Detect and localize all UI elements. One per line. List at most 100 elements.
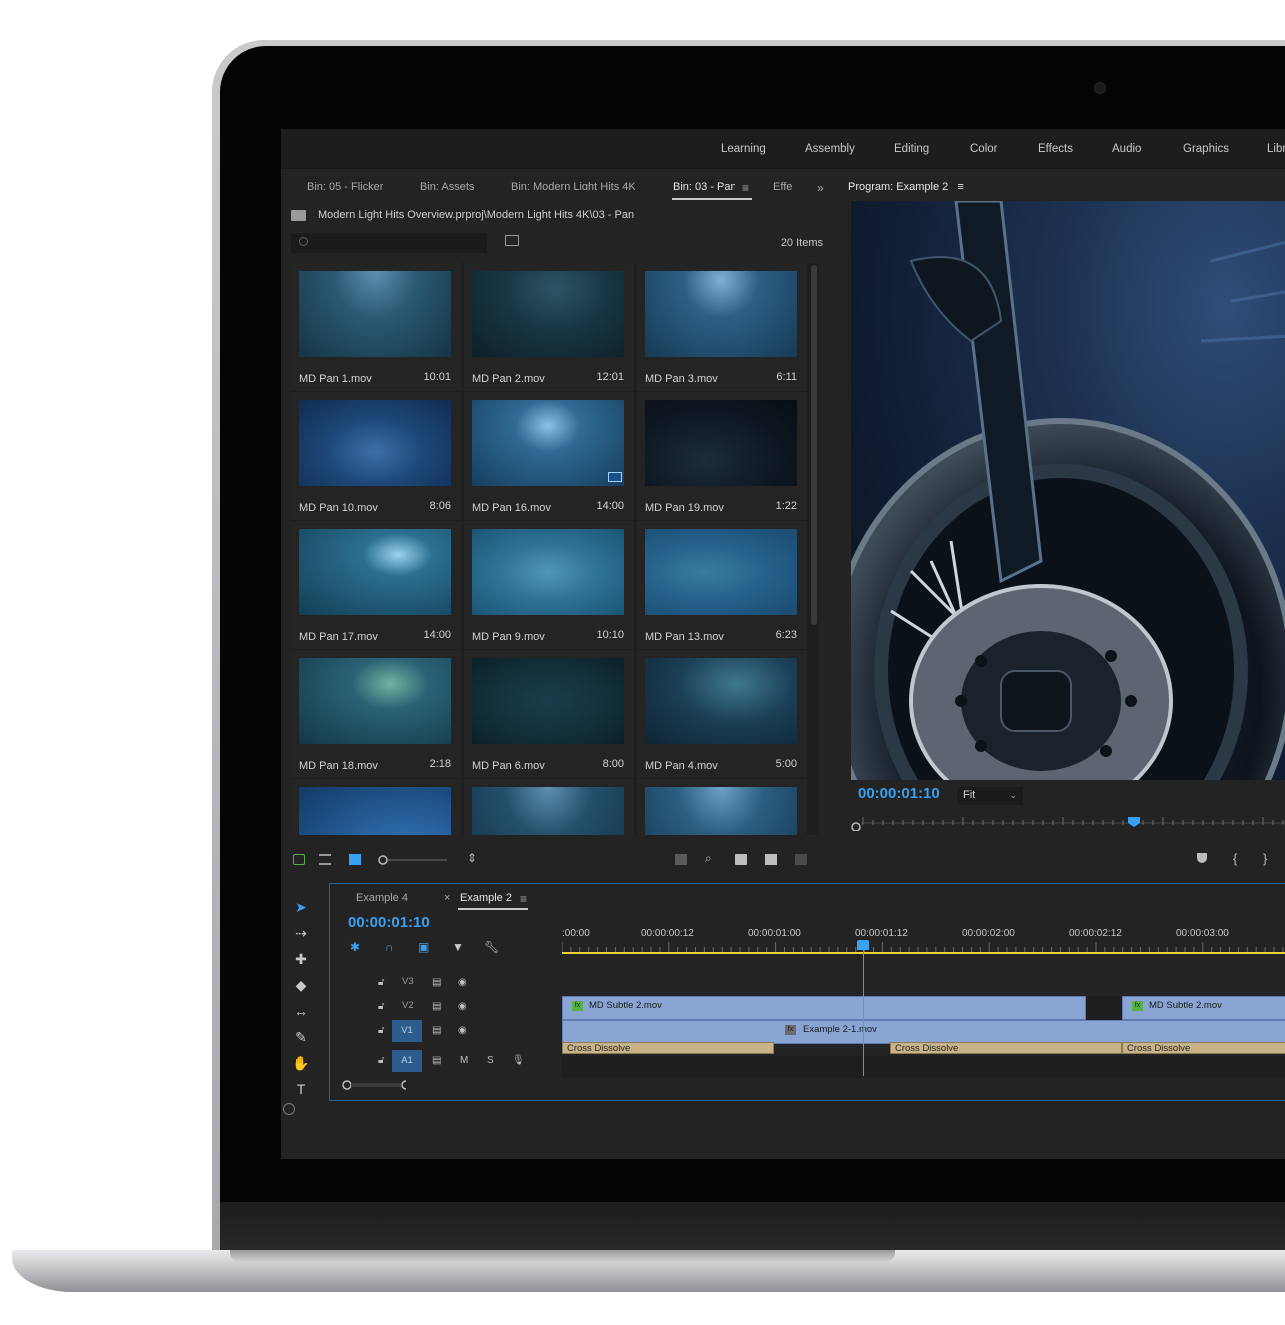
wrench-icon[interactable]: 🔧︎ (484, 940, 499, 954)
lock-icon[interactable]: 🔓︎ (378, 1001, 384, 1012)
clip-item[interactable]: MD Pan 6.mov 8:00 (464, 650, 634, 778)
program-time-ruler[interactable] (847, 817, 1285, 831)
project-scrollbar[interactable] (811, 265, 817, 625)
workspace-tab-audio[interactable]: Audio (1112, 143, 1141, 155)
timeline-clip[interactable]: fx MD Subtle 2.mov (562, 996, 1086, 1020)
sort-icon[interactable]: ⇕ (467, 851, 477, 865)
lock-icon[interactable]: 🔓︎ (378, 1055, 384, 1066)
sequence-tab-example-4[interactable]: Example 4 (356, 892, 408, 904)
track-lane-v3[interactable] (562, 972, 1285, 996)
add-marker-icon[interactable] (1197, 853, 1207, 863)
workspace-tab-effects[interactable]: Effects (1038, 143, 1073, 155)
clip-item[interactable]: MD Pan 1.mov 10:01 (291, 263, 461, 391)
lock-icon[interactable]: 🔓︎ (378, 1025, 384, 1036)
sync-lock-icon[interactable]: ▤ (432, 1055, 441, 1066)
snap-icon[interactable]: ∩ (385, 940, 394, 954)
mark-in-icon[interactable]: { (1233, 851, 1237, 866)
razor-tool-icon[interactable]: ◆ (285, 977, 317, 999)
timeline-timecode[interactable]: 00:00:01:10 (348, 914, 430, 931)
clip-item[interactable]: MD Pan 17.mov 14:00 (291, 521, 461, 649)
transition-cross-dissolve[interactable]: Cross Dissolve (562, 1042, 774, 1054)
creative-cloud-icon[interactable] (283, 1103, 295, 1115)
mute-button[interactable]: M (460, 1055, 468, 1066)
eye-icon[interactable]: ◉ (458, 1025, 467, 1036)
program-video-frame[interactable] (851, 201, 1285, 780)
workspace-tab-graphics[interactable]: Graphics (1183, 143, 1229, 155)
playhead-handle[interactable] (857, 940, 869, 950)
linked-selection-icon[interactable]: ▣ (418, 940, 429, 954)
bin-tab-assets[interactable]: Bin: Assets (420, 181, 474, 193)
solo-button[interactable]: S (487, 1055, 494, 1066)
eye-icon[interactable]: ◉ (458, 977, 467, 988)
new-bin-from-search-icon[interactable] (505, 235, 519, 246)
find-icon[interactable]: ⌕ (705, 851, 712, 866)
workspace-tab-assembly[interactable]: Assembly (805, 143, 855, 155)
clip-item[interactable]: MD Pan 10.mov 8:06 (291, 392, 461, 520)
clip-item[interactable]: MD Pan 13.mov 6:23 (637, 521, 807, 649)
clip-item[interactable] (291, 779, 461, 835)
clip-item[interactable]: MD Pan 3.mov 6:11 (637, 263, 807, 391)
clip-item[interactable]: MD Pan 4.mov 5:00 (637, 650, 807, 778)
icon-view-icon[interactable] (349, 854, 361, 865)
clip-item[interactable]: MD Pan 16.mov 14:00 (464, 392, 634, 520)
timeline-zoom-scrollbar[interactable] (342, 1080, 406, 1090)
pen-tool-icon[interactable]: ✎ (285, 1029, 317, 1051)
track-select-tool-icon[interactable]: ⇢ (285, 925, 317, 947)
clip-item[interactable]: MD Pan 9.mov 10:10 (464, 521, 634, 649)
clip-item[interactable]: MD Pan 2.mov 12:01 (464, 263, 634, 391)
hand-tool-icon[interactable]: ✋ (285, 1055, 317, 1077)
workspace-tab-color[interactable]: Color (970, 143, 997, 155)
selection-tool-icon[interactable]: ➤ (285, 899, 317, 921)
clip-item[interactable] (637, 779, 807, 835)
mark-out-icon[interactable]: } (1263, 851, 1267, 866)
bin-tab-modern-light-hits[interactable]: Bin: Modern Light Hits 4K (511, 181, 635, 190)
lock-icon[interactable] (293, 854, 305, 865)
automate-icon[interactable] (675, 854, 687, 865)
clip-item[interactable]: MD Pan 19.mov 1:22 (637, 392, 807, 520)
bin-tab-pan[interactable]: Bin: 03 - Pan (673, 181, 735, 190)
track-target-a1[interactable]: A1 (392, 1050, 422, 1072)
panel-menu-icon[interactable]: ≡ (520, 892, 527, 906)
close-icon[interactable]: × (444, 892, 450, 904)
workspace-tab-libraries[interactable]: Libr (1267, 143, 1285, 155)
tools-panel: ➤ ⇢ ✚ ◆ ↔ ✎ ✋ T (285, 899, 321, 1109)
clip-item[interactable] (464, 779, 634, 835)
add-marker-icon[interactable]: ▼ (452, 940, 464, 954)
track-lane-a1[interactable] (562, 1056, 1285, 1078)
eye-icon[interactable]: ◉ (458, 1001, 467, 1012)
more-tabs-icon[interactable]: » (817, 181, 824, 195)
search-icon (299, 237, 308, 246)
bin-tab-flicker[interactable]: Bin: 05 - Flicker (307, 181, 383, 193)
transition-cross-dissolve[interactable]: Cross Dissolve (1122, 1042, 1285, 1054)
sync-lock-icon[interactable]: ▤ (432, 1001, 441, 1012)
new-bin-icon[interactable] (735, 854, 747, 865)
track-target-v1[interactable]: V1 (392, 1020, 422, 1042)
workspace-tab-learning[interactable]: Learning (721, 143, 766, 155)
thumbnail-size-slider[interactable] (377, 854, 447, 866)
slip-tool-icon[interactable]: ↔ (285, 1003, 317, 1025)
sync-lock-icon[interactable]: ▤ (432, 977, 441, 988)
panel-menu-icon[interactable]: ≡ (742, 181, 749, 195)
zoom-select[interactable]: Fit ⌄ (957, 787, 1023, 805)
bin-tab-effects[interactable]: Effe (773, 181, 795, 190)
microphone-icon[interactable]: 🎙︎ (512, 1055, 525, 1066)
trash-icon[interactable] (795, 854, 807, 865)
program-timecode[interactable]: 00:00:01:10 (858, 785, 940, 802)
work-area-bar[interactable] (562, 952, 1285, 954)
clip-item[interactable]: MD Pan 18.mov 2:18 (291, 650, 461, 778)
new-item-icon[interactable] (765, 854, 777, 865)
sequence-tab-example-2[interactable]: Example 2 (460, 892, 512, 904)
transition-cross-dissolve[interactable]: Cross Dissolve (890, 1042, 1122, 1054)
workspace-tab-editing[interactable]: Editing (894, 143, 929, 155)
lock-icon[interactable]: 🔓︎ (378, 977, 384, 988)
timeline-clip[interactable]: fx MD Subtle 2.mov (1122, 996, 1285, 1020)
ripple-edit-tool-icon[interactable]: ✚ (285, 951, 317, 973)
type-tool-icon[interactable]: T (285, 1081, 317, 1103)
timeline-clip[interactable]: fx Example 2-1.mov (562, 1020, 1285, 1044)
sync-lock-icon[interactable]: ▤ (432, 1025, 441, 1036)
panel-menu-icon[interactable]: ≡ (957, 181, 963, 193)
nest-icon[interactable]: ✱ (350, 940, 360, 954)
search-input[interactable] (291, 233, 487, 253)
playhead[interactable] (863, 940, 864, 1076)
list-view-icon[interactable] (319, 854, 331, 865)
